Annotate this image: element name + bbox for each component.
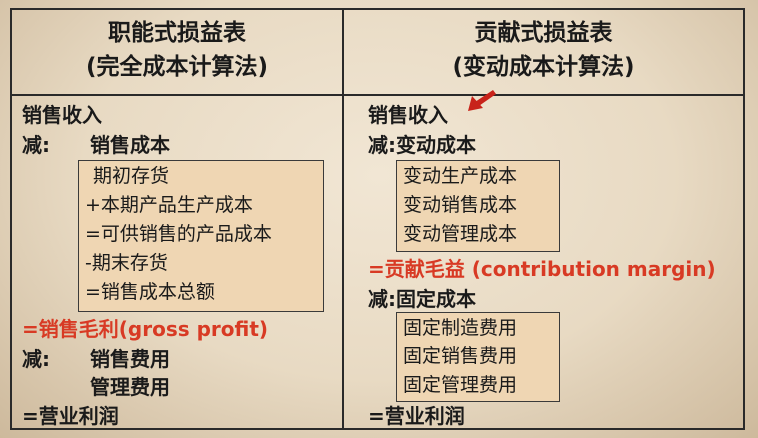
fixed-cost-box: 固定制造费用 固定销售费用 固定管理费用	[396, 312, 560, 402]
left-header: 职能式损益表 (完全成本计算法)	[12, 16, 342, 84]
box-item: 期初存货	[93, 165, 170, 187]
left-gross-profit: =销售毛利(gross profit)	[22, 317, 269, 341]
left-title: 职能式损益表	[108, 20, 246, 46]
box-item: =销售成本总额	[85, 281, 215, 303]
left-subtitle: (完全成本计算法)	[85, 54, 269, 80]
slide: 职能式损益表 (完全成本计算法) 贡献式损益表 (变动成本计算法) 销售收入 减…	[0, 0, 758, 438]
cogs-breakdown-box: 期初存货 +本期产品生产成本 =可供销售的产品成本 -期末存货 =销售成本总额	[78, 160, 324, 312]
fixed-item: 固定管理费用	[403, 374, 518, 396]
box-item: +本期产品生产成本	[85, 194, 253, 216]
left-less-label-2: 减:	[22, 347, 50, 371]
right-less-variable: 减:变动成本	[368, 133, 476, 157]
fixed-item: 固定销售费用	[403, 345, 518, 367]
left-cogs: 销售成本	[90, 133, 170, 157]
left-admin-expense: 管理费用	[90, 375, 170, 399]
left-operating-profit: =营业利润	[22, 404, 119, 428]
box-item: -期末存货	[85, 252, 168, 274]
right-contribution-margin: =贡献毛益 (contribution margin)	[368, 257, 716, 281]
left-selling-expense: 销售费用	[90, 347, 170, 371]
right-operating-profit: =营业利润	[368, 404, 465, 428]
left-less-label: 减:	[22, 133, 50, 157]
arrow-icon	[468, 90, 496, 111]
right-less-fixed: 减:固定成本	[368, 287, 476, 311]
left-sales: 销售收入	[22, 103, 102, 127]
variable-cost-box: 变动生产成本 变动销售成本 变动管理成本	[396, 160, 560, 252]
variable-item: 变动销售成本	[403, 194, 518, 216]
right-title: 贡献式损益表	[474, 20, 613, 46]
right-header: 贡献式损益表 (变动成本计算法)	[344, 16, 743, 84]
box-item: =可供销售的产品成本	[85, 223, 272, 245]
right-subtitle: (变动成本计算法)	[452, 54, 635, 80]
variable-item: 变动生产成本	[403, 165, 518, 187]
variable-item: 变动管理成本	[403, 223, 518, 245]
fixed-item: 固定制造费用	[403, 317, 518, 339]
comparison-table: 职能式损益表 (完全成本计算法) 贡献式损益表 (变动成本计算法) 销售收入 减…	[10, 8, 745, 430]
right-sales: 销售收入	[368, 103, 448, 127]
header-divider	[12, 94, 743, 96]
